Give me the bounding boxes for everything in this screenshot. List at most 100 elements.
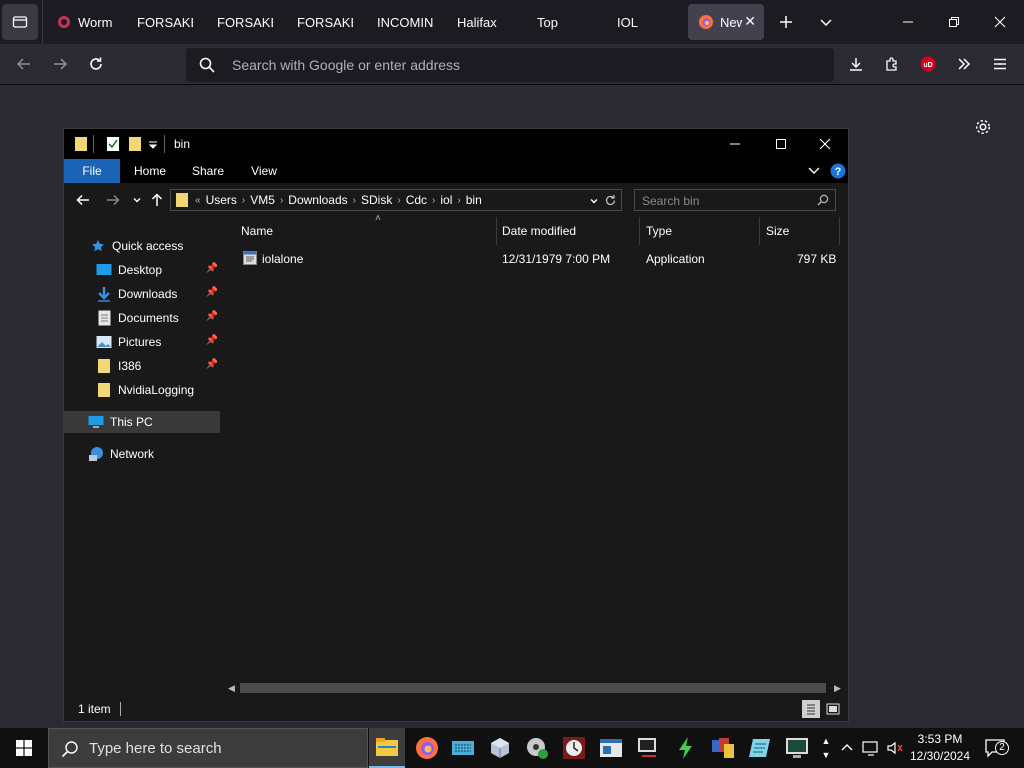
ribbon-tab-share[interactable]: Share <box>184 159 232 183</box>
tab-forsaken-2[interactable]: FORSAKEN <box>217 4 273 40</box>
tab-forsaken-1[interactable]: FORSAKEN <box>137 4 193 40</box>
network-status-button[interactable] <box>860 728 882 768</box>
file-name[interactable]: iolalone <box>262 252 303 266</box>
tab-top[interactable]: Top <box>537 4 577 40</box>
start-button[interactable] <box>0 728 48 768</box>
extensions-button[interactable] <box>876 48 908 80</box>
taskbar-app-keyboard-tool[interactable] <box>445 728 481 768</box>
explorer-search-input[interactable] <box>642 193 812 208</box>
nav-item-i386[interactable]: I386 📌 <box>64 355 220 377</box>
taskbar-app-window-tool[interactable] <box>593 728 629 768</box>
back-button[interactable] <box>8 48 40 80</box>
breadcrumb-separator-icon[interactable]: › <box>457 195 460 206</box>
explorer-search-box[interactable] <box>634 189 836 211</box>
list-all-tabs-button[interactable] <box>808 4 844 40</box>
column-header-date-modified[interactable]: Date modified <box>496 217 640 245</box>
nav-item-pictures[interactable]: Pictures 📌 <box>64 331 220 353</box>
breadcrumb-separator-icon[interactable]: › <box>242 195 245 206</box>
page-settings-button[interactable] <box>970 114 996 140</box>
tab-forsaken-3[interactable]: FORSAKEN <box>297 4 353 40</box>
explorer-forward-button[interactable] <box>102 189 124 211</box>
breadcrumb-bin[interactable]: bin <box>466 193 482 207</box>
column-header-size[interactable]: Size <box>760 217 840 245</box>
breadcrumb-separator-icon[interactable]: › <box>280 195 283 206</box>
tab-halifax[interactable]: Halifax <box>457 4 513 40</box>
taskbar-app-disc-tool[interactable] <box>519 728 555 768</box>
url-bar[interactable] <box>186 48 834 82</box>
nav-item-nvidialogging[interactable]: NvidiaLogging <box>64 379 220 401</box>
show-hidden-icons-button[interactable] <box>838 728 856 768</box>
column-header-type[interactable]: Type <box>640 217 760 245</box>
ribbon-tab-home[interactable]: Home <box>126 159 174 183</box>
tab-iol[interactable]: IOL <box>617 4 657 40</box>
details-view-button[interactable] <box>802 700 820 718</box>
taskbar-app-gallery-tool[interactable] <box>705 728 741 768</box>
scroll-down-icon[interactable]: ▼ <box>822 748 831 762</box>
address-bar[interactable]: « Users › VM5 › Downloads › SDisk › Cdc … <box>170 189 622 211</box>
new-tab-button[interactable] <box>768 4 804 40</box>
tab-incoming[interactable]: INCOMING <box>377 4 433 40</box>
up-folder-button[interactable] <box>146 189 168 211</box>
breadcrumb-sdisk[interactable]: SDisk <box>361 193 392 207</box>
nav-quick-access[interactable]: Quick access <box>64 235 220 257</box>
breadcrumb-cdc[interactable]: Cdc <box>406 193 427 207</box>
recent-locations-button[interactable] <box>126 189 148 211</box>
reload-button[interactable] <box>80 48 112 80</box>
taskbar-app-network-monitor[interactable] <box>630 728 666 768</box>
minimize-button[interactable] <box>890 4 926 40</box>
scroll-left-icon[interactable]: ◀ <box>228 683 235 694</box>
close-window-button[interactable] <box>982 4 1018 40</box>
overflow-menu-button[interactable] <box>948 48 980 80</box>
new-folder-icon[interactable] <box>128 136 142 152</box>
nav-this-pc[interactable]: This PC <box>64 411 220 433</box>
taskbar-app-notes-tool[interactable] <box>742 728 778 768</box>
close-tab-icon[interactable]: ✕ <box>744 13 756 30</box>
breadcrumb-separator-icon[interactable]: › <box>353 195 356 206</box>
expand-ribbon-icon[interactable] <box>808 166 820 176</box>
ublock-button[interactable]: uD <box>912 48 944 80</box>
breadcrumb-separator-icon[interactable]: › <box>432 195 435 206</box>
nav-item-desktop[interactable]: Desktop 📌 <box>64 259 220 281</box>
breadcrumb-downloads[interactable]: Downloads <box>288 193 347 207</box>
forward-button[interactable] <box>44 48 76 80</box>
taskbar-app-virtualbox[interactable] <box>482 728 518 768</box>
nav-item-downloads[interactable]: Downloads 📌 <box>64 283 220 305</box>
ribbon-tab-view[interactable]: View <box>240 159 288 183</box>
horizontal-scrollbar[interactable]: ◀ ▶ <box>224 681 848 695</box>
explorer-maximize-button[interactable] <box>758 129 804 159</box>
restore-button[interactable] <box>936 4 972 40</box>
properties-icon[interactable] <box>106 136 120 152</box>
breadcrumb-iol[interactable]: iol <box>440 193 452 207</box>
downloads-button[interactable] <box>840 48 872 80</box>
explorer-back-button[interactable] <box>72 189 94 211</box>
tab-new-active[interactable]: New ✕ <box>688 4 764 40</box>
url-input[interactable] <box>232 54 812 76</box>
column-header-name[interactable]: Name ˄ <box>235 213 497 245</box>
breadcrumb-vm5[interactable]: VM5 <box>250 193 275 207</box>
taskbar-app-firefox[interactable] <box>409 728 445 768</box>
app-menu-button[interactable] <box>984 48 1016 80</box>
tab-worm[interactable]: Worm <box>56 4 112 40</box>
taskbar-app-power-tool[interactable] <box>668 728 704 768</box>
taskbar-search-box[interactable]: Type here to search <box>48 728 368 768</box>
taskbar-app-clock-tool[interactable] <box>556 728 592 768</box>
scroll-up-icon[interactable]: ▲ <box>822 734 831 748</box>
notification-center-button[interactable]: 2 <box>980 728 1010 768</box>
breadcrumb-separator-icon[interactable]: › <box>397 195 400 206</box>
volume-button[interactable] <box>884 728 906 768</box>
address-history-icon[interactable] <box>589 196 599 206</box>
customize-toolbar-icon[interactable] <box>148 140 158 150</box>
scroll-right-icon[interactable]: ▶ <box>834 683 841 694</box>
nav-network[interactable]: Network <box>64 443 220 465</box>
taskbar-app-file-explorer[interactable] <box>369 728 405 768</box>
nav-item-documents[interactable]: Documents 📌 <box>64 307 220 329</box>
taskbar-scroll-control[interactable]: ▲ ▼ <box>818 728 834 768</box>
explorer-minimize-button[interactable] <box>712 129 758 159</box>
large-icons-view-button[interactable] <box>824 700 842 718</box>
scrollbar-thumb[interactable] <box>240 683 826 693</box>
taskbar-clock[interactable]: 3:53 PM 12/30/2024 <box>906 731 974 765</box>
taskbar-app-terminal-tool[interactable] <box>779 728 815 768</box>
breadcrumb-users[interactable]: Users <box>206 193 237 207</box>
help-icon[interactable]: ? <box>830 163 846 179</box>
ribbon-tab-file[interactable]: File <box>64 159 120 183</box>
